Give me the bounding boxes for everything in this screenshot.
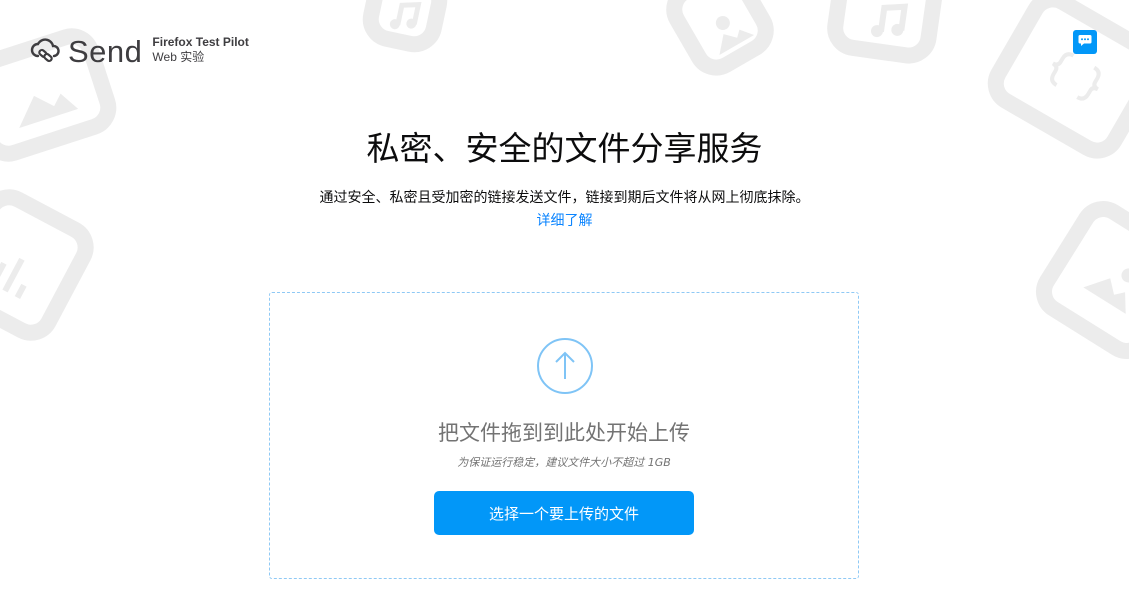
test-pilot-subtitle: Web 实验	[152, 50, 205, 64]
feedback-button[interactable]	[1073, 30, 1097, 54]
learn-more-link[interactable]: 详细了解	[537, 213, 593, 229]
send-page: Send Firefox Test Pilot Web 实验 私密、安全的文件分…	[0, 0, 1129, 613]
upload-dropzone[interactable]: 把文件拖到到此处开始上传 为保证运行稳定，建议文件大小不超过 1GB 选择一个要…	[269, 292, 859, 579]
header: Send Firefox Test Pilot Web 实验	[30, 34, 249, 70]
page-description: 通过安全、私密且受加密的链接发送文件，链接到期后文件将从网上彻底抹除。	[319, 190, 810, 206]
logo-text[interactable]: Send	[68, 34, 142, 70]
drop-instruction: 把文件拖到到此处开始上传	[438, 421, 690, 445]
music-file-icon	[823, 0, 947, 68]
music-file-icon	[357, 0, 453, 58]
choose-file-button[interactable]: 选择一个要上传的文件	[434, 491, 694, 535]
learn-more: 详细了解	[0, 210, 1129, 230]
chat-bubble-icon	[1077, 32, 1093, 52]
arrow-up-circle-icon	[536, 337, 594, 395]
cloud-link-icon[interactable]	[30, 36, 62, 68]
image-file-icon	[656, 0, 784, 86]
size-recommendation: 为保证运行稳定，建议文件大小不超过 1GB	[457, 456, 671, 469]
test-pilot-badge[interactable]: Firefox Test Pilot Web 实验	[152, 35, 248, 65]
page-title: 私密、安全的文件分享服务	[366, 129, 763, 168]
test-pilot-title: Firefox Test Pilot	[152, 35, 249, 49]
